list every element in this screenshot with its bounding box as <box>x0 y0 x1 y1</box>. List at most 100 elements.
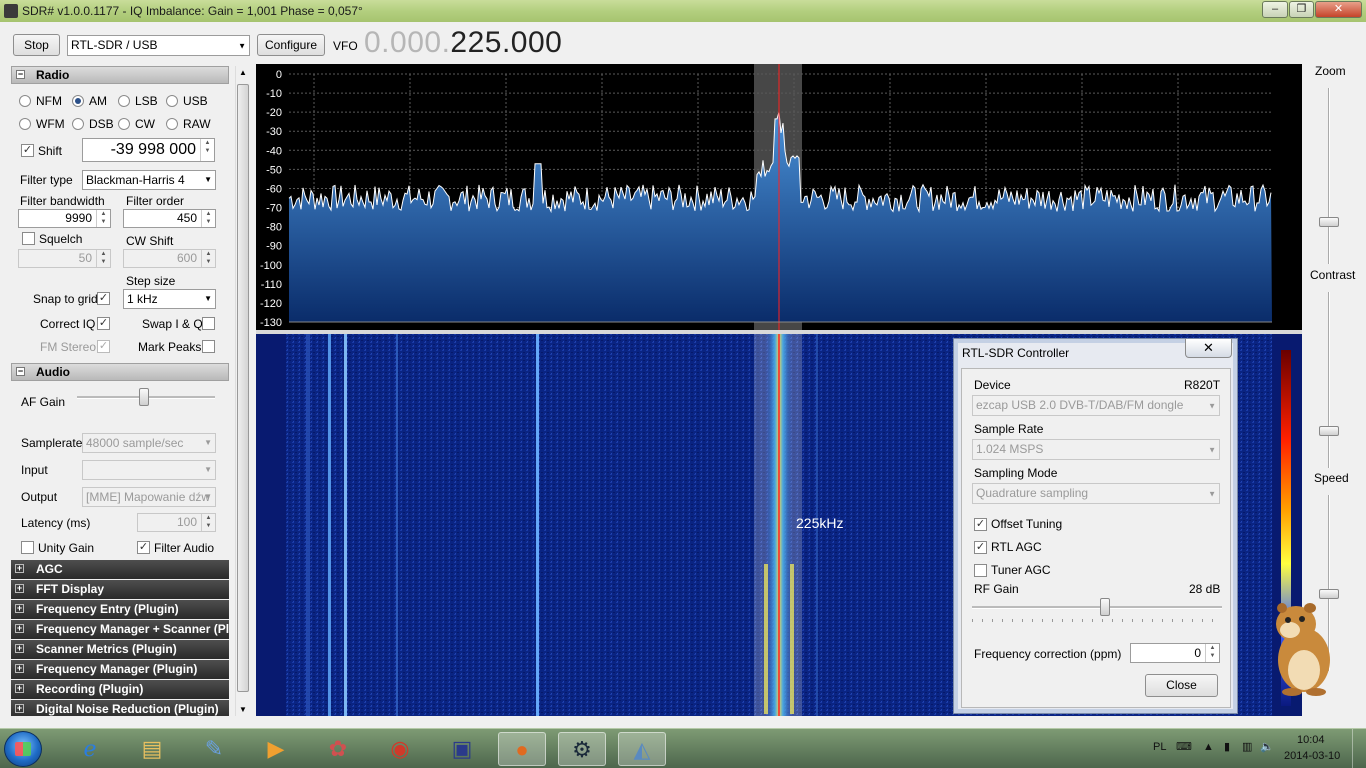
samplerate-select[interactable]: 48000 sample/sec ▼ <box>82 433 216 453</box>
chevron-down-icon: ▼ <box>204 465 212 474</box>
clock-time[interactable]: 10:04 <box>1297 734 1325 746</box>
radio-section-title: Radio <box>36 68 70 82</box>
plugin-header-recording[interactable]: + Recording (Plugin) <box>11 680 229 699</box>
scroll-up-icon[interactable]: ▲ <box>239 68 247 77</box>
latency-input[interactable]: 100 ▲ ▼ <box>137 513 216 532</box>
start-button[interactable] <box>4 731 42 767</box>
filter-order-input[interactable]: 450 ▲ ▼ <box>123 209 216 228</box>
zoom-slider-track[interactable] <box>1328 88 1330 264</box>
clock-date[interactable]: 2014-03-10 <box>1284 750 1340 762</box>
unity-gain-checkbox[interactable] <box>21 541 34 554</box>
media-player-icon[interactable]: ▶ <box>252 732 300 766</box>
squelch-input[interactable]: 50 ▲ ▼ <box>18 249 111 268</box>
tuner-agc-checkbox[interactable] <box>974 564 987 577</box>
mode-radio-usb[interactable] <box>166 95 178 107</box>
filter-type-select[interactable]: Blackman-Harris 4 ▼ <box>82 170 216 190</box>
spectrum-plot[interactable]: 0 -10 -20 -30 -40 -50 -60 -70 -80 -90 -100 -110 -120… <box>256 64 1302 342</box>
battery-icon[interactable]: ▮ <box>1224 740 1230 753</box>
puzzle-app-icon[interactable]: ✿ <box>314 732 362 766</box>
mode-radio-nfm[interactable] <box>19 95 31 107</box>
shift-input[interactable]: -39 998 000 ▲ ▼ <box>82 138 215 162</box>
plugin-header-frequency-manager-scanner[interactable]: + Frequency Manager + Scanner (Plugin) <box>11 620 229 639</box>
mode-radio-raw[interactable] <box>166 118 178 130</box>
spinner-icon[interactable]: ▲ ▼ <box>1205 644 1219 662</box>
device-select[interactable]: RTL-SDR / USB ▼ <box>67 35 250 56</box>
keyboard-icon[interactable]: ⌨ <box>1176 740 1192 753</box>
mode-radio-lsb[interactable] <box>118 95 130 107</box>
file-explorer-icon[interactable]: ▤ <box>128 732 176 766</box>
spinner-icon[interactable]: ▲ ▼ <box>201 514 215 531</box>
show-desktop-button[interactable] <box>1352 729 1366 768</box>
left-panel-scrollbar[interactable]: ▲ ▼ <box>235 66 249 716</box>
spinner-icon[interactable]: ▲ ▼ <box>96 210 110 227</box>
sdr-sharp-icon[interactable]: ◭ <box>618 732 666 766</box>
rtl-agc-checkbox[interactable]: ✓ <box>974 541 987 554</box>
output-value: [MME] Mapowanie dźw <box>86 490 211 504</box>
vfo-frequency-display[interactable]: 0.000.225.000 <box>364 26 562 60</box>
scrollbar-thumb[interactable] <box>237 84 249 692</box>
maximize-button[interactable]: ❐ <box>1289 1 1314 18</box>
af-gain-slider-thumb[interactable] <box>139 388 149 406</box>
plugin-header-agc[interactable]: + AGC <box>11 560 229 579</box>
output-select[interactable]: [MME] Mapowanie dźw ▼ <box>82 487 216 507</box>
volume-icon[interactable]: 🔈 <box>1260 740 1274 753</box>
contrast-slider-thumb[interactable] <box>1319 426 1339 436</box>
configure-button[interactable]: Configure <box>257 34 325 56</box>
plugin-header-scanner-metrics[interactable]: + Scanner Metrics (Plugin) <box>11 640 229 659</box>
audio-section-header[interactable]: − Audio <box>11 363 229 381</box>
steam-icon[interactable]: ⚙ <box>558 732 606 766</box>
internet-explorer-icon[interactable]: ℯ <box>66 732 114 766</box>
tuner-type: R820T <box>1184 378 1221 392</box>
mode-radio-dsb[interactable] <box>72 118 84 130</box>
dialog-device-select[interactable]: ezcap USB 2.0 DVB-T/DAB/FM dongle ▼ <box>972 395 1220 416</box>
swap-iq-checkbox[interactable] <box>202 317 215 330</box>
scroll-down-icon[interactable]: ▼ <box>239 705 247 714</box>
spectrum-analyzer[interactable]: 0 -10 -20 -30 -40 -50 -60 -70 -80 -90 -100 -110 -120… <box>256 64 1302 342</box>
shift-checkbox[interactable]: ✓ <box>21 144 34 157</box>
zoom-slider-thumb[interactable] <box>1319 217 1339 227</box>
contrast-slider-track[interactable] <box>1328 292 1330 468</box>
step-size-select[interactable]: 1 kHz ▼ <box>123 289 216 309</box>
snap-to-grid-checkbox[interactable]: ✓ <box>97 292 110 305</box>
mode-radio-wfm[interactable] <box>19 118 31 130</box>
paint-icon[interactable]: ✎ <box>190 732 238 766</box>
correct-iq-checkbox[interactable]: ✓ <box>97 317 110 330</box>
filter-audio-checkbox[interactable]: ✓ <box>137 541 150 554</box>
fm-stereo-checkbox[interactable]: ✓ <box>97 340 110 353</box>
rf-gain-slider-track[interactable] <box>972 606 1222 609</box>
spinner-icon[interactable]: ▲ ▼ <box>96 250 110 267</box>
spinner-icon[interactable]: ▲ ▼ <box>200 139 214 161</box>
input-select[interactable]: ▼ <box>82 460 216 480</box>
sampling-mode-select[interactable]: Quadrature sampling ▼ <box>972 483 1220 504</box>
plugin-header-frequency-entry[interactable]: + Frequency Entry (Plugin) <box>11 600 229 619</box>
close-button[interactable]: ✕ <box>1315 1 1362 18</box>
mode-radio-cw[interactable] <box>118 118 130 130</box>
mark-peaks-checkbox[interactable] <box>202 340 215 353</box>
minimize-button[interactable]: – <box>1262 1 1288 18</box>
mode-radio-am[interactable] <box>72 95 84 107</box>
language-indicator[interactable]: PL <box>1153 741 1166 753</box>
rf-gain-slider-thumb[interactable] <box>1100 598 1110 616</box>
tray-expand-icon[interactable]: ▲ <box>1203 741 1214 753</box>
dialog-close-icon[interactable]: ✕ <box>1185 339 1232 358</box>
spinner-icon[interactable]: ▲ ▼ <box>201 250 215 267</box>
stop-button[interactable]: Stop <box>13 34 60 56</box>
firefox-icon[interactable]: ● <box>498 732 546 766</box>
squelch-checkbox[interactable] <box>22 232 35 245</box>
plugin-header-frequency-manager[interactable]: + Frequency Manager (Plugin) <box>11 660 229 679</box>
samplerate-value: 48000 sample/sec <box>86 436 184 450</box>
offset-tuning-checkbox[interactable]: ✓ <box>974 518 987 531</box>
chrome-icon[interactable]: ◉ <box>376 732 424 766</box>
plugin-header-fft-display[interactable]: + FFT Display <box>11 580 229 599</box>
cw-shift-input[interactable]: 600 ▲ ▼ <box>123 249 216 268</box>
radio-section-header[interactable]: − Radio <box>11 66 229 84</box>
mode-label-wfm: WFM <box>36 117 65 131</box>
save-disk-icon[interactable]: ▣ <box>438 732 486 766</box>
frequency-correction-input[interactable]: 0 ▲ ▼ <box>1130 643 1220 663</box>
spinner-icon[interactable]: ▲ ▼ <box>201 210 215 227</box>
filter-bandwidth-input[interactable]: 9990 ▲ ▼ <box>18 209 111 228</box>
dialog-close-button[interactable]: Close <box>1145 674 1218 697</box>
sample-rate-select[interactable]: 1.024 MSPS ▼ <box>972 439 1220 460</box>
plugin-header-digital-noise-reduction[interactable]: + Digital Noise Reduction (Plugin) <box>11 700 229 716</box>
network-icon[interactable]: ▥ <box>1242 740 1252 753</box>
